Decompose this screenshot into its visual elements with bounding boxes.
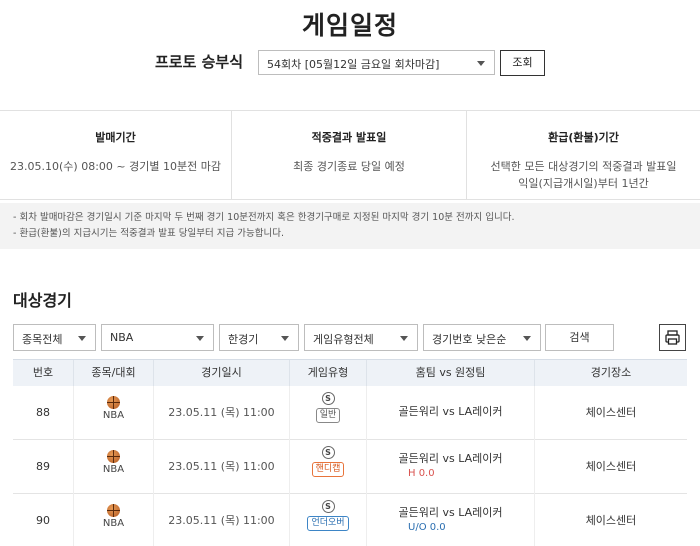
info-title: 환급(환불)기간	[548, 131, 619, 144]
info-body-line: 익일(지급개시일)부터 1년간	[518, 177, 649, 190]
game-number: 89	[13, 440, 74, 494]
round-select-value: 54회차 [05월12일 금요일 회차마감]	[267, 58, 440, 71]
table-row[interactable]: 90 NBA 23.05.11 (목) 11:00 S 언더오버 골든워리 vs…	[13, 494, 687, 546]
chevron-down-icon	[281, 336, 289, 341]
table-header: 번호 종목/대회 경기일시 게임유형 홈팀 vs 원정팀 경기장소	[13, 359, 687, 386]
sport-cell: NBA	[74, 494, 154, 546]
basketball-icon	[107, 450, 120, 463]
game-type-badge: 일반	[315, 408, 341, 423]
sport-cell: NBA	[74, 440, 154, 494]
game-type-cell: S 핸디캡	[290, 440, 367, 494]
league-name: NBA	[102, 518, 125, 529]
header-sport-league: 종목/대회	[74, 360, 154, 386]
search-button[interactable]: 검색	[545, 324, 614, 351]
game-type-filter-select[interactable]: 게임유형전체	[304, 324, 418, 351]
matchup-cell: 골든워리 vs LA레이커 H 0.0	[367, 440, 535, 494]
header-matchup: 홈팀 vs 원정팀	[367, 360, 535, 386]
info-refund-period: 환급(환불)기간 선택한 모든 대상경기의 적중결과 발표일 익일(지급개시일)…	[467, 111, 700, 199]
sales-info-box: 발매기간 23.05.10(수) 08:00 ~ 경기별 10분전 마감 적중결…	[0, 110, 700, 200]
round-select[interactable]: 54회차 [05월12일 금요일 회차마감]	[258, 50, 495, 75]
header-number: 번호	[13, 360, 74, 386]
header-datetime: 경기일시	[154, 360, 290, 386]
league-name: NBA	[102, 410, 125, 421]
game-datetime: 23.05.11 (목) 11:00	[154, 440, 290, 494]
info-body: 최종 경기종료 당일 예정	[293, 160, 405, 173]
game-scope-select[interactable]: 한경기	[219, 324, 299, 351]
handicap-value: H 0.0	[408, 468, 435, 479]
league-filter-select[interactable]: NBA	[101, 324, 214, 351]
s-circle-icon: S	[321, 500, 335, 513]
venue: 체이스센터	[585, 514, 637, 527]
game-scope-value: 한경기	[228, 333, 259, 346]
sport-cell: NBA	[74, 386, 154, 440]
info-title: 적중결과 발표일	[311, 131, 387, 144]
info-result-date: 적중결과 발표일 최종 경기종료 당일 예정	[232, 111, 466, 199]
s-circle-icon: S	[321, 446, 335, 459]
sport-filter-value: 종목전체	[22, 333, 63, 346]
table-row[interactable]: 88 NBA 23.05.11 (목) 11:00 S 일반 골든워리 vs L…	[13, 386, 687, 440]
game-number: 88	[13, 386, 74, 440]
matchup-cell: 골든워리 vs LA레이커 U/O 0.0	[367, 494, 535, 546]
venue: 체이스센터	[585, 460, 637, 473]
sort-value: 경기번호 낮은순	[432, 333, 507, 346]
game-datetime: 23.05.11 (목) 11:00	[154, 386, 290, 440]
league-name: NBA	[102, 464, 125, 475]
sport-filter-select[interactable]: 종목전체	[13, 324, 96, 351]
basketball-icon	[107, 504, 120, 517]
s-circle-icon: S	[321, 392, 335, 405]
printer-icon	[665, 330, 680, 345]
game-type-badge: 언더오버	[307, 516, 349, 531]
notice-box: - 회차 발매마감은 경기일시 기준 마지막 두 번째 경기 10분전까지 혹은…	[0, 203, 700, 249]
matchup-cell: 골든워리 vs LA레이커	[367, 386, 535, 440]
header-venue: 경기장소	[590, 366, 632, 379]
chevron-down-icon	[196, 336, 204, 341]
info-sales-period: 발매기간 23.05.10(수) 08:00 ~ 경기별 10분전 마감	[0, 111, 231, 199]
chevron-down-icon	[477, 61, 485, 66]
game-type-filter-value: 게임유형전체	[313, 333, 374, 346]
game-type-badge: 핸디캡	[311, 462, 345, 477]
table-row[interactable]: 89 NBA 23.05.11 (목) 11:00 S 핸디캡 골든워리 vs …	[13, 440, 687, 494]
info-title: 발매기간	[95, 131, 136, 144]
info-body: 23.05.10(수) 08:00 ~ 경기별 10분전 마감	[10, 160, 221, 173]
games-table: 번호 종목/대회 경기일시 게임유형 홈팀 vs 원정팀 경기장소 88 NBA…	[13, 359, 687, 546]
notice-line: - 환급(환불)의 지급시기는 적중결과 발표 당일부터 지급 가능합니다.	[13, 228, 284, 239]
page-title: 게임일정	[301, 11, 398, 40]
round-selector-row: 프로토 승부식 54회차 [05월12일 금요일 회차마감] 조회	[0, 50, 700, 76]
info-body-line: 선택한 모든 대상경기의 적중결과 발표일	[490, 160, 677, 173]
matchup: 골든워리 vs LA레이커	[398, 506, 503, 519]
game-type-cell: S 일반	[290, 386, 367, 440]
game-datetime: 23.05.11 (목) 11:00	[154, 494, 290, 546]
notice-line: - 회차 발매마감은 경기일시 기준 마지막 두 번째 경기 10분전까지 혹은…	[13, 212, 515, 223]
basketball-icon	[107, 396, 120, 409]
game-number: 90	[13, 494, 74, 546]
venue: 체이스센터	[585, 406, 637, 419]
print-button[interactable]	[659, 324, 686, 351]
underover-value: U/O 0.0	[408, 522, 446, 533]
matchup: 골든워리 vs LA레이커	[398, 405, 503, 418]
sort-select[interactable]: 경기번호 낮은순	[423, 324, 541, 351]
matchup: 골든워리 vs LA레이커	[398, 452, 503, 465]
chevron-down-icon	[400, 336, 408, 341]
header-game-type: 게임유형	[290, 360, 367, 386]
section-title: 대상경기	[13, 291, 72, 310]
chevron-down-icon	[523, 336, 531, 341]
game-type-cell: S 언더오버	[290, 494, 367, 546]
lookup-button[interactable]: 조회	[500, 50, 545, 76]
chevron-down-icon	[78, 336, 86, 341]
league-filter-value: NBA	[110, 331, 134, 344]
info-body-wrap: 선택한 모든 대상경기의 적중결과 발표일 익일(지급개시일)부터 1년간	[467, 158, 700, 192]
round-label: 프로토 승부식	[155, 53, 244, 71]
